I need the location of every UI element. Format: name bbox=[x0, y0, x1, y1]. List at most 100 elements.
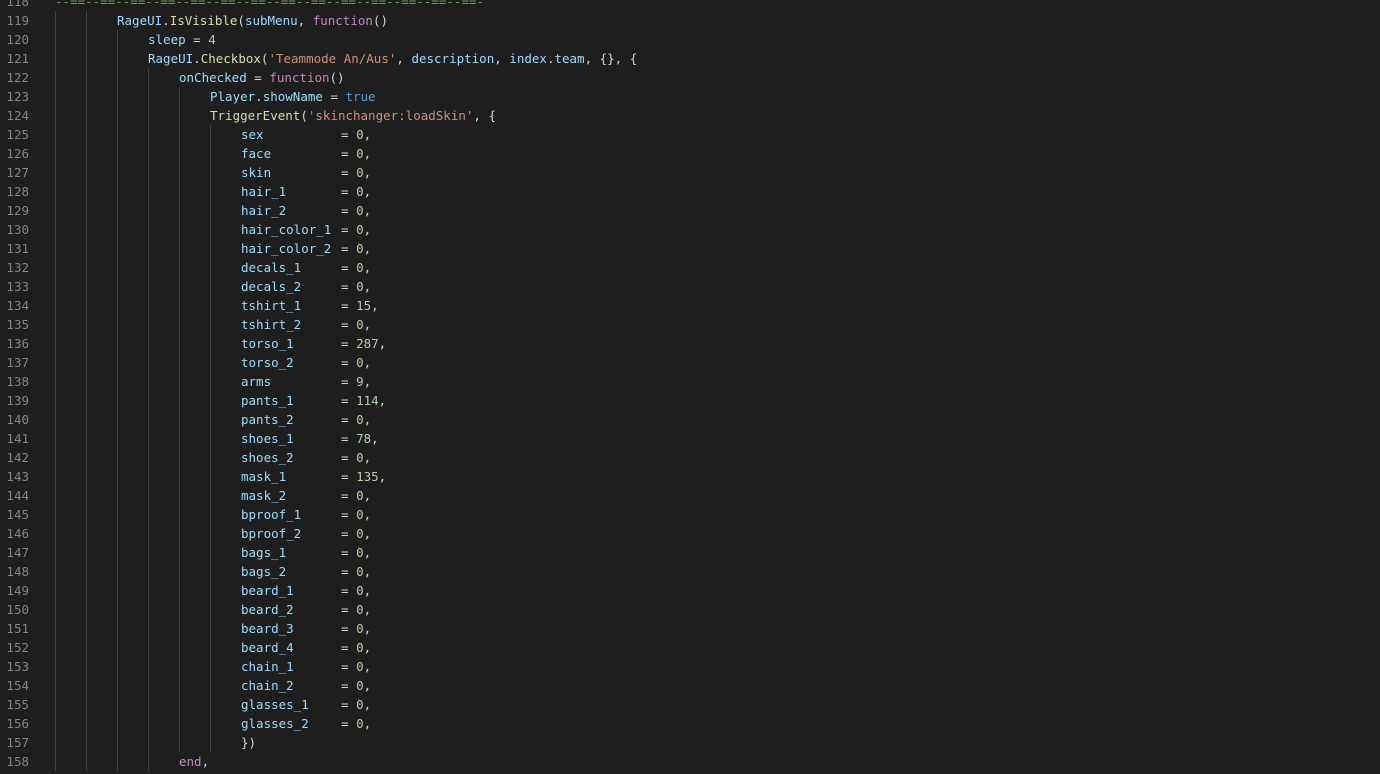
code-line[interactable]: 146 bproof_2 = 0, bbox=[0, 524, 1380, 543]
code-text: end, bbox=[179, 752, 209, 771]
indent-guide bbox=[210, 277, 211, 296]
code-line[interactable]: 131 hair_color_2 = 0, bbox=[0, 239, 1380, 258]
code-line[interactable]: 123 Player.showName = true bbox=[0, 87, 1380, 106]
code-line[interactable]: 151 beard_3 = 0, bbox=[0, 619, 1380, 638]
code-line[interactable]: 135 tshirt_2 = 0, bbox=[0, 315, 1380, 334]
code-line[interactable]: 148 bags_2 = 0, bbox=[0, 562, 1380, 581]
code-line[interactable]: 133 decals_2 = 0, bbox=[0, 277, 1380, 296]
indent-guide bbox=[86, 106, 87, 125]
code-line[interactable]: 139 pants_1 = 114, bbox=[0, 391, 1380, 410]
code-line[interactable]: 141 shoes_1 = 78, bbox=[0, 429, 1380, 448]
code-line[interactable]: 125 sex = 0, bbox=[0, 125, 1380, 144]
code-line[interactable]: 158 end, bbox=[0, 752, 1380, 771]
indent-guide bbox=[148, 486, 149, 505]
code-line[interactable]: 134 tshirt_1 = 15, bbox=[0, 296, 1380, 315]
indent-guide bbox=[117, 277, 118, 296]
code-line[interactable]: 128 hair_1 = 0, bbox=[0, 182, 1380, 201]
code-line[interactable]: 157}) bbox=[0, 733, 1380, 752]
code-line[interactable]: 152 beard_4 = 0, bbox=[0, 638, 1380, 657]
skin-property-value: 0 bbox=[356, 526, 364, 541]
indent-guide bbox=[148, 543, 149, 562]
indent-guide bbox=[55, 467, 56, 486]
indent-guide bbox=[179, 695, 180, 714]
operator: , bbox=[363, 488, 372, 503]
code-line[interactable]: 130 hair_color_1 = 0, bbox=[0, 220, 1380, 239]
line-number: 156 bbox=[6, 716, 29, 731]
skin-property-key: beard_3 bbox=[241, 621, 294, 636]
code-line[interactable]: 142 shoes_2 = 0, bbox=[0, 448, 1380, 467]
line-number: 128 bbox=[6, 184, 29, 199]
indent-guide bbox=[55, 106, 56, 125]
indent-guide bbox=[117, 581, 118, 600]
indent-guide bbox=[179, 258, 180, 277]
code-token: function bbox=[312, 13, 373, 28]
indent-guide bbox=[210, 372, 211, 391]
indent-guide bbox=[179, 657, 180, 676]
indent-guide bbox=[148, 562, 149, 581]
skin-property-key: beard_1 bbox=[241, 583, 294, 598]
code-line[interactable]: 121 RageUI.Checkbox('Teammode An/Aus', de… bbox=[0, 49, 1380, 68]
code-token: = bbox=[246, 70, 270, 85]
line-number: 140 bbox=[6, 412, 29, 427]
code-line[interactable]: 119 RageUI.IsVisible(subMenu, function() bbox=[0, 11, 1380, 30]
indent-guide bbox=[86, 676, 87, 695]
line-number: 134 bbox=[6, 298, 29, 313]
line-number: 141 bbox=[6, 431, 29, 446]
code-line[interactable]: 129 hair_2 = 0, bbox=[0, 201, 1380, 220]
skin-property-value: 0 bbox=[356, 355, 364, 370]
indent-guide bbox=[117, 220, 118, 239]
code-line[interactable]: 156 glasses_2 = 0, bbox=[0, 714, 1380, 733]
code-line[interactable]: 137 torso_2 = 0, bbox=[0, 353, 1380, 372]
code-token: ( bbox=[237, 13, 245, 28]
code-line[interactable]: 145 bproof_1 = 0, bbox=[0, 505, 1380, 524]
skin-property-key: bproof_2 bbox=[241, 526, 302, 541]
code-line[interactable]: 143 mask_1 = 135, bbox=[0, 467, 1380, 486]
indent-guide bbox=[86, 201, 87, 220]
indent-guide bbox=[55, 448, 56, 467]
code-line[interactable]: 138 arms = 9, bbox=[0, 372, 1380, 391]
code-line[interactable]: 140 pants_2 = 0, bbox=[0, 410, 1380, 429]
indent-guide bbox=[117, 429, 118, 448]
indent-guide bbox=[148, 144, 149, 163]
indent-guide bbox=[179, 372, 180, 391]
code-line[interactable]: 120 sleep = 4 bbox=[0, 30, 1380, 49]
indent-guide bbox=[148, 714, 149, 733]
code-line[interactable]: 127 skin = 0, bbox=[0, 163, 1380, 182]
code-line[interactable]: 150 beard_2 = 0, bbox=[0, 600, 1380, 619]
operator: = bbox=[341, 222, 357, 237]
indent-guide bbox=[148, 695, 149, 714]
indent-guide bbox=[179, 524, 180, 543]
line-number: 132 bbox=[6, 260, 29, 275]
indent-guide bbox=[55, 144, 56, 163]
line-number: 155 bbox=[6, 697, 29, 712]
indent-guide bbox=[210, 524, 211, 543]
code-line[interactable]: 136 torso_1 = 287, bbox=[0, 334, 1380, 353]
line-number: 154 bbox=[6, 678, 29, 693]
indent-guide bbox=[210, 391, 211, 410]
indent-guide bbox=[148, 182, 149, 201]
skin-property-key: torso_2 bbox=[241, 355, 294, 370]
indent-guide bbox=[179, 353, 180, 372]
indent-guide bbox=[117, 68, 118, 87]
code-text: }) bbox=[241, 733, 256, 752]
code-line[interactable]: 144 mask_2 = 0, bbox=[0, 486, 1380, 505]
code-line[interactable]: 132 decals_1 = 0, bbox=[0, 258, 1380, 277]
operator: = bbox=[341, 545, 357, 560]
code-line[interactable]: 155 glasses_1 = 0, bbox=[0, 695, 1380, 714]
code-editor[interactable]: 118 --==--==--==--==--==--==--==--==--==-… bbox=[0, 0, 1380, 774]
code-lines[interactable]: 118 --==--==--==--==--==--==--==--==--==-… bbox=[0, 0, 1380, 771]
indent-guide bbox=[117, 600, 118, 619]
skin-property-key: pants_2 bbox=[241, 412, 294, 427]
indent-guide bbox=[210, 258, 211, 277]
code-line[interactable]: 149 beard_1 = 0, bbox=[0, 581, 1380, 600]
code-line[interactable]: 154 chain_2 = 0, bbox=[0, 676, 1380, 695]
skin-property-key: beard_4 bbox=[241, 640, 294, 655]
code-line[interactable]: 122 onChecked = function() bbox=[0, 68, 1380, 87]
code-line[interactable]: 124 TriggerEvent('skinchanger:loadSkin', … bbox=[0, 106, 1380, 125]
indent-guide bbox=[117, 695, 118, 714]
indent-guide bbox=[148, 87, 149, 106]
code-line[interactable]: 153 chain_1 = 0, bbox=[0, 657, 1380, 676]
code-line[interactable]: 126 face = 0, bbox=[0, 144, 1380, 163]
code-line[interactable]: 147 bags_1 = 0, bbox=[0, 543, 1380, 562]
code-line[interactable]: 118 --==--==--==--==--==--==--==--==--==-… bbox=[0, 0, 1380, 11]
